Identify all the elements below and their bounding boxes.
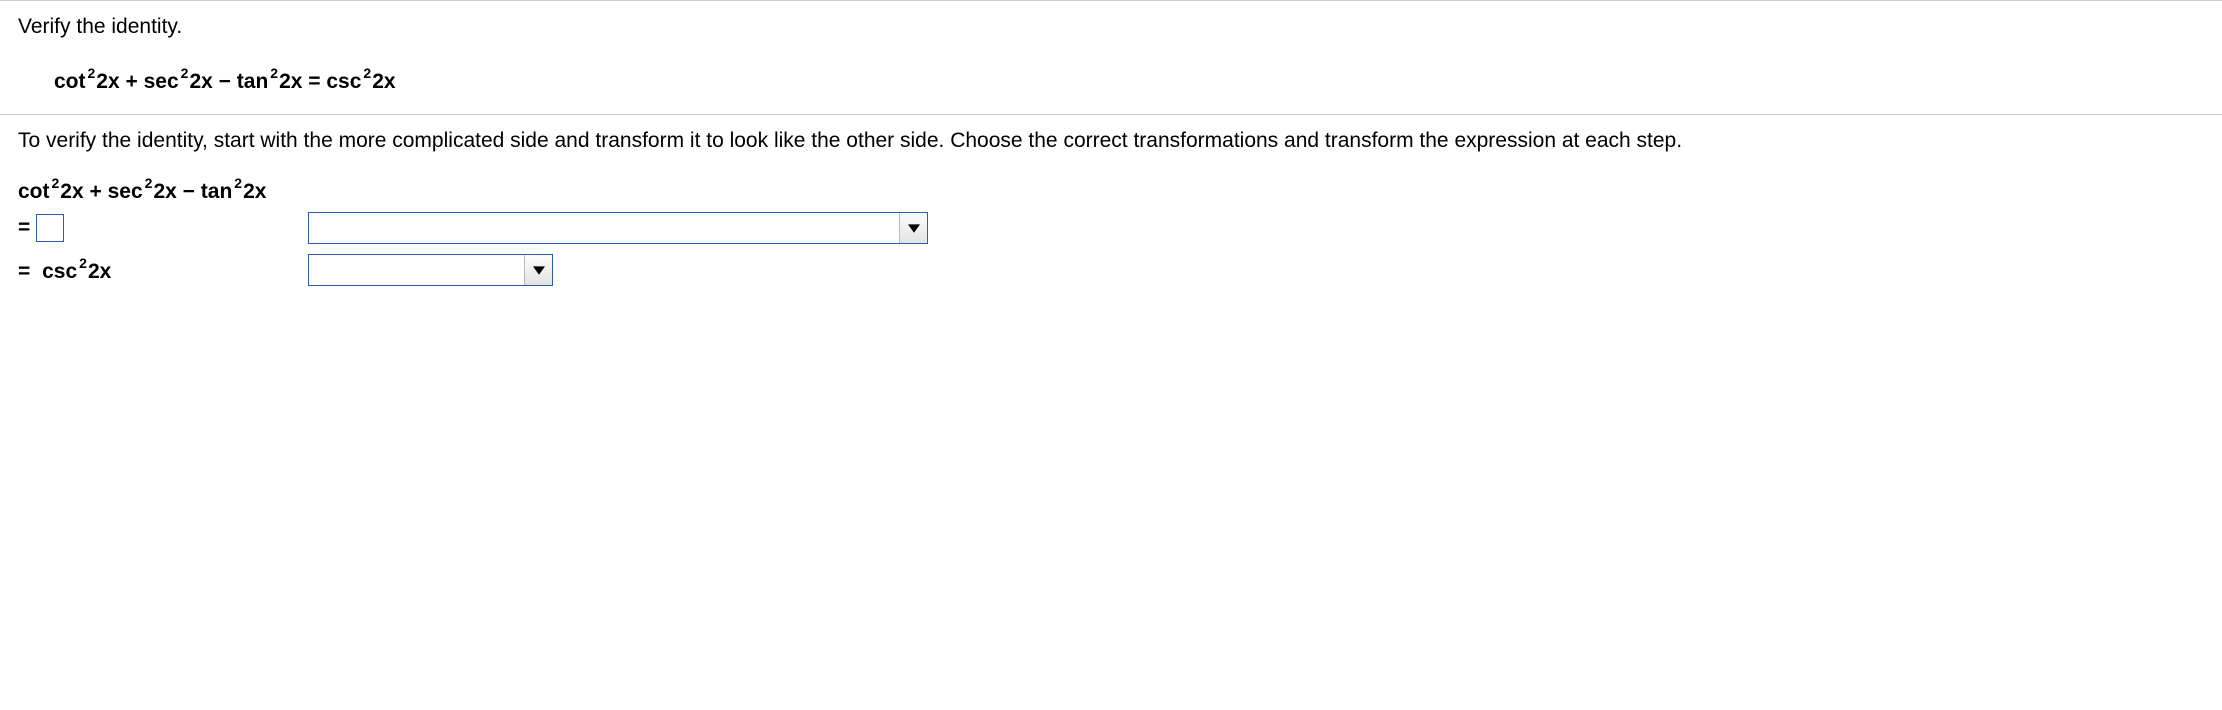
op-plus: + <box>126 70 138 93</box>
op-equals: = <box>308 70 320 93</box>
problem-instruction: Verify the identity. <box>18 15 2204 39</box>
op-plus: + <box>90 180 102 203</box>
equals-sign: = <box>18 216 30 240</box>
step-2-row: = csc22x <box>18 254 2204 286</box>
arg-2x: 2x <box>279 70 302 93</box>
fn-cot: cot <box>54 70 86 93</box>
problem-section: Verify the identity. cot22x + sec22x − t… <box>0 1 2222 114</box>
directions-section: To verify the identity, start with the m… <box>0 115 2222 167</box>
op-minus: − <box>183 180 195 203</box>
fn-sec: sec <box>144 70 179 93</box>
transformation-dropdown-2[interactable] <box>308 254 553 286</box>
steps-area: cot22x + sec22x − tan22x = = csc22x <box>0 167 2222 306</box>
equals-sign: = <box>18 260 30 283</box>
op-minus: − <box>219 70 231 93</box>
identity-expression: cot22x + sec22x − tan22x = csc22x <box>18 57 2204 100</box>
arg-2x: 2x <box>96 70 119 93</box>
fn-csc: csc <box>42 260 77 283</box>
chevron-down-icon <box>899 213 927 243</box>
arg-2x: 2x <box>88 260 111 283</box>
arg-2x: 2x <box>372 70 395 93</box>
fn-tan: tan <box>201 180 233 203</box>
start-expression: cot22x + sec22x − tan22x <box>18 177 2204 204</box>
step-1-row: = <box>18 212 2204 244</box>
arg-2x: 2x <box>189 70 212 93</box>
arg-2x: 2x <box>60 180 83 203</box>
exp-2: 2 <box>181 65 189 81</box>
transformation-dropdown-1[interactable] <box>308 212 928 244</box>
fn-tan: tan <box>237 70 269 93</box>
exp-2: 2 <box>270 65 278 81</box>
fn-csc: csc <box>326 70 361 93</box>
exp-2: 2 <box>363 65 371 81</box>
exp-2: 2 <box>88 65 96 81</box>
fn-cot: cot <box>18 180 50 203</box>
fn-sec: sec <box>108 180 143 203</box>
exp-2: 2 <box>52 175 60 191</box>
arg-2x: 2x <box>243 180 266 203</box>
chevron-down-icon <box>524 255 552 285</box>
expression-input[interactable] <box>36 214 64 242</box>
exp-2: 2 <box>145 175 153 191</box>
exp-2: 2 <box>234 175 242 191</box>
arg-2x: 2x <box>153 180 176 203</box>
directions-text: To verify the identity, start with the m… <box>18 129 2204 153</box>
exp-2: 2 <box>79 255 87 271</box>
